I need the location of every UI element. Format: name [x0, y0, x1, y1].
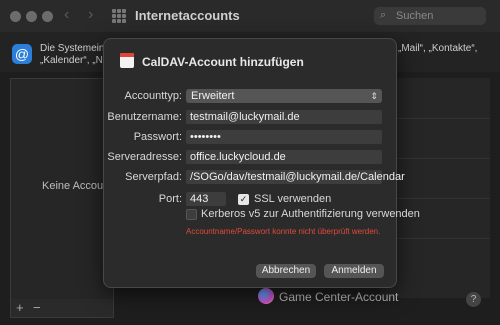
username-label: Benutzername:	[107, 111, 182, 123]
username-field[interactable]: testmail@luckymail.de	[186, 110, 382, 124]
sheet-title: CalDAV-Account hinzufügen	[142, 55, 304, 69]
port-field[interactable]: 443	[186, 192, 226, 206]
show-all-grid-icon[interactable]	[112, 9, 126, 23]
search-icon: ⌕	[380, 9, 387, 21]
chevron-up-down-icon: ⇕	[370, 91, 378, 101]
minimize-window-button[interactable]	[26, 11, 37, 22]
ssl-label: SSL verwenden	[254, 193, 332, 205]
cancel-button[interactable]: Abbrechen	[256, 264, 316, 278]
port-label: Port:	[158, 193, 182, 205]
server-address-field[interactable]: office.luckycloud.de	[186, 150, 382, 164]
window-title: Internetaccounts	[135, 8, 240, 23]
back-arrow-icon[interactable]: ‹	[64, 6, 69, 24]
info-text-line2: „Kalender“, „Na	[40, 55, 109, 66]
search-placeholder: Suchen	[396, 10, 434, 22]
server-path-field[interactable]: /SOGo/dav/testmail@luckymail.de/Calendar	[186, 170, 405, 184]
server-path-label: Serverpfad:	[125, 171, 182, 183]
zoom-window-button[interactable]	[42, 11, 53, 22]
game-center-account-label[interactable]: Game Center-Account	[279, 290, 398, 304]
no-accounts-label: Keine Accou	[42, 180, 104, 192]
account-type-popup[interactable]: Erweitert ⇕	[186, 89, 382, 103]
server-address-label: Serveradresse:	[107, 151, 182, 163]
caldav-sheet: CalDAV-Account hinzufügen Accounttyp: Er…	[103, 38, 420, 288]
password-label: Passwort:	[133, 131, 182, 143]
login-button[interactable]: Anmelden	[324, 264, 384, 278]
kerberos-checkbox[interactable]	[186, 209, 197, 220]
accounts-list-toolbar: + −	[10, 299, 114, 318]
kerberos-label: Kerberos v5 zur Authentifizierung verwen…	[201, 208, 420, 220]
ssl-checkbox[interactable]: ✓	[238, 194, 249, 205]
at-sign-icon: @	[12, 44, 32, 64]
game-center-icon	[258, 288, 274, 304]
info-text-line1: Die Systemeins	[40, 43, 110, 54]
info-text-right: „Mail“, „Kontakte“,	[398, 43, 478, 54]
close-window-button[interactable]	[10, 11, 21, 22]
error-message: Accountname/Passwort konnte nicht überpr…	[186, 227, 381, 236]
account-type-label: Accounttyp:	[124, 90, 182, 102]
help-button[interactable]: ?	[466, 292, 481, 307]
calendar-icon	[120, 53, 134, 68]
search-field[interactable]: ⌕ Suchen	[374, 7, 486, 25]
forward-arrow-icon[interactable]: ›	[88, 6, 93, 24]
account-type-value: Erweitert	[191, 90, 235, 102]
add-account-button[interactable]: +	[16, 300, 24, 315]
remove-account-button[interactable]: −	[33, 300, 41, 315]
password-field[interactable]: ••••••••	[186, 130, 382, 144]
